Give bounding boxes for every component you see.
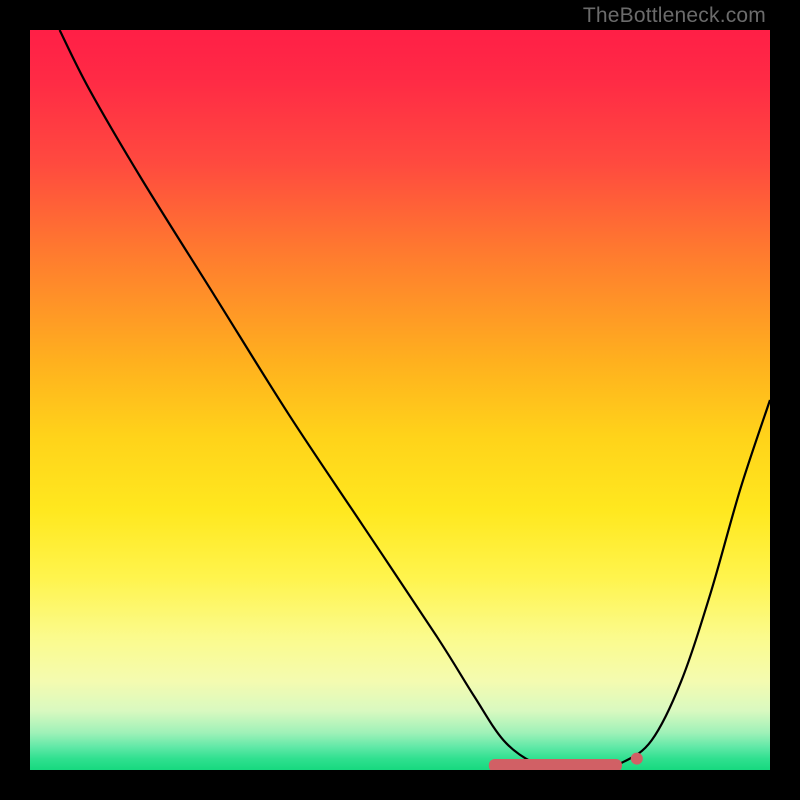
chart-svg — [30, 30, 770, 770]
chart-frame — [30, 30, 770, 770]
highlighted-range-dot — [631, 753, 643, 765]
highlighted-range-pill — [489, 759, 622, 770]
bottleneck-curve-path — [60, 30, 770, 770]
watermark-text: TheBottleneck.com — [583, 4, 766, 28]
